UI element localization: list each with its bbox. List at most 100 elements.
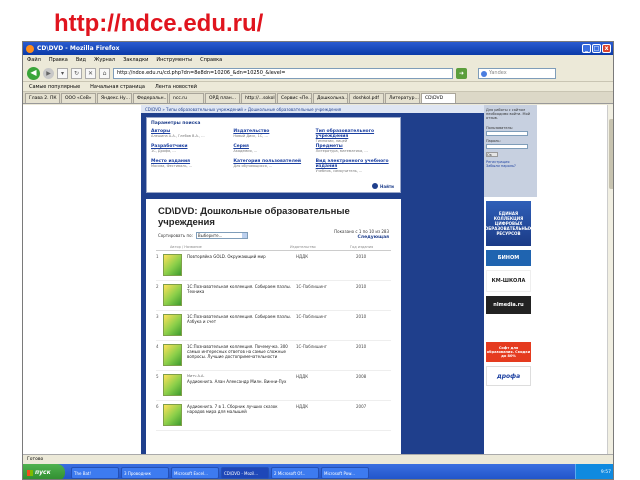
right-sidebar: Для работы с сайтом необходимо войти. Мо… — [484, 105, 539, 454]
tab[interactable]: Литератур... — [385, 93, 420, 103]
forward-button[interactable]: ▶ — [43, 67, 54, 79]
tab[interactable]: ncc.ru — [169, 93, 204, 103]
menu-edit[interactable]: Правка — [49, 57, 68, 63]
home-button[interactable]: ⌂ — [99, 67, 110, 79]
row-year: 2010 — [356, 254, 367, 259]
menu-history[interactable]: Журнал — [94, 57, 115, 63]
menu-bookmarks[interactable]: Закладки — [123, 57, 148, 63]
cover-thumbnail[interactable] — [163, 344, 182, 366]
row-publisher: 1С-Паблишинг — [296, 284, 327, 289]
bookmark-start-page[interactable]: Начальная страница — [90, 84, 145, 90]
col-author-title[interactable]: Автор / Название — [170, 245, 290, 249]
filter-sub: Новый Диск, 1С, ... — [233, 134, 268, 138]
tab-strip: Глава 2. ПК ООО «CеВ» Яндекс.Ну... Федер… — [23, 92, 613, 104]
dropdown-history-button[interactable]: ▾ — [57, 67, 68, 79]
table-row: 5 Митч А.А. Аудиокнига. Алан Александр Ми… — [156, 371, 391, 401]
password-field[interactable] — [486, 144, 528, 149]
taskbar-item[interactable]: 2 Microsoft Of... — [271, 466, 319, 479]
tab[interactable]: Яндекс.Ну... — [97, 93, 132, 103]
maximize-button[interactable]: □ — [592, 44, 601, 53]
row-title-link[interactable]: 1С:Познавательная коллекция. Собираем па… — [187, 284, 296, 294]
table-row: 2 1С:Познавательная коллекция. Собираем … — [156, 281, 391, 311]
minimize-button[interactable]: _ — [582, 44, 591, 53]
table-row: 6 Аудиокнига. 7 в 1. Сборник лучших сказ… — [156, 401, 391, 431]
row-number: 5 — [156, 374, 159, 379]
taskbar-item[interactable]: Microsoft Pow... — [321, 466, 369, 479]
tab[interactable]: Глава 2. ПК — [25, 93, 60, 103]
window-title: CD\DVD - Mozilla Firefox — [37, 45, 120, 52]
row-publisher: НДДК — [296, 404, 309, 409]
menu-file[interactable]: Файл — [27, 57, 41, 63]
pagination-info: Показано с 1 по 10 из 283 Следующая — [334, 229, 389, 240]
taskbar-item[interactable]: 3 Проводник — [121, 466, 169, 479]
tab[interactable]: Дошкольна... — [313, 93, 348, 103]
clock[interactable]: 9:57 — [601, 470, 611, 475]
tab-active[interactable]: CD\DVD — [421, 93, 456, 103]
page-viewport: CD\DVD » Типы образовательных учреждений… — [23, 105, 613, 454]
tab[interactable]: http://...sokol — [241, 93, 276, 103]
back-button[interactable]: ◀ — [27, 66, 40, 80]
tab[interactable]: Федеральн... — [133, 93, 168, 103]
menu-tools[interactable]: Инструменты — [156, 57, 192, 63]
find-label: Найти — [380, 183, 394, 189]
filter-sub: Академия, ... — [233, 149, 258, 153]
banner-binom[interactable]: БИНОМ — [486, 250, 531, 266]
filter-edition-type[interactable]: Вид электронного учебного издания — [316, 159, 396, 169]
sort-label: Сортировать по: — [158, 233, 193, 238]
cover-thumbnail[interactable] — [163, 404, 182, 426]
taskbar-item[interactable]: The Bat! — [71, 466, 119, 479]
tab[interactable]: Сервис «Пе... — [277, 93, 312, 103]
banner-nlmedia[interactable]: nlmedia.ru — [486, 296, 531, 314]
filter-sub: Алешина А.А., Глебов В.А., ... — [151, 134, 205, 138]
search-engine-icon[interactable] — [481, 70, 487, 77]
breadcrumb[interactable]: CD\DVD » Типы образовательных учреждений… — [141, 105, 484, 113]
filter-school-type[interactable]: Тип образовательного учреждения — [316, 129, 396, 139]
tab[interactable]: doshkol.pdf — [349, 93, 384, 103]
bookmark-news-feed[interactable]: Лента новостей — [155, 84, 197, 90]
forgot-password-link[interactable]: Забыли пароль? — [486, 164, 535, 168]
sort-select[interactable]: Выберите... — [195, 232, 248, 239]
login-button[interactable]: Ок — [486, 152, 498, 157]
reload-button[interactable]: ↻ — [71, 67, 82, 79]
find-button[interactable]: Найти — [372, 183, 394, 189]
cover-thumbnail[interactable] — [163, 374, 182, 396]
taskbar-item-active[interactable]: CD\DVD - Mozil... — [221, 466, 269, 479]
col-publisher[interactable]: Издательство — [290, 245, 350, 249]
close-button[interactable]: x — [602, 44, 611, 53]
bookmark-most-visited[interactable]: Самые популярные — [29, 84, 80, 90]
search-input[interactable]: Yandex — [478, 67, 556, 79]
row-title-link[interactable]: Аудиокнига. Алан Александр Милн. Винни-П… — [187, 379, 296, 384]
row-title-link[interactable]: Аудиокнига. 7 в 1. Сборник лучших сказок… — [187, 404, 296, 414]
tab[interactable]: ОРД план... — [205, 93, 240, 103]
table-row: 4 1С:Познавательная коллекция. Почемучка… — [156, 341, 391, 371]
cover-thumbnail[interactable] — [163, 284, 182, 306]
cover-thumbnail[interactable] — [163, 254, 182, 276]
username-field[interactable] — [486, 131, 528, 136]
col-year[interactable]: Год издания — [350, 245, 373, 249]
menu-view[interactable]: Вид — [76, 57, 86, 63]
row-title-link[interactable]: 1С:Познавательная коллекция. Собираем па… — [187, 314, 296, 324]
tab[interactable]: ООО «CеВ» — [61, 93, 96, 103]
banner-school-collection[interactable]: ЕДИНАЯ КОЛЛЕКЦИЯ ЦИФРОВЫХ ОБРАЗОВАТЕЛЬНЫ… — [485, 201, 532, 246]
banner-drofa[interactable]: дрофа — [486, 366, 531, 386]
banner-soft-discount[interactable]: Софт для образования. Скидки до 80% — [486, 342, 531, 362]
go-button[interactable]: ➜ — [456, 67, 467, 79]
scrollbar-thumb[interactable] — [609, 119, 613, 189]
row-number: 4 — [156, 344, 159, 349]
start-button[interactable]: пуск — [23, 464, 65, 479]
filter-sub: Литература, математика, ... — [315, 149, 368, 153]
slide-title: http://ndce.edu.ru/ — [54, 10, 264, 37]
next-page-link[interactable]: Следующая — [334, 235, 390, 240]
stop-button[interactable]: ✕ — [85, 67, 96, 79]
menu-bar: Файл Правка Вид Журнал Закладки Инструме… — [23, 55, 613, 65]
window-titlebar: CD\DVD - Mozilla Firefox _ □ x — [23, 42, 613, 55]
row-title-link[interactable]: Повторяйка GOLD. Окружающий мир — [187, 254, 296, 259]
menu-help[interactable]: Справка — [200, 57, 222, 63]
banner-km-school[interactable]: КМ-ШКОЛА — [486, 270, 531, 292]
row-title-link[interactable]: 1С:Познавательная коллекция. Почемучка. … — [187, 344, 296, 359]
vertical-scrollbar[interactable] — [607, 105, 613, 454]
login-panel: Для работы с сайтом необходимо войти. Мо… — [484, 105, 537, 197]
taskbar-item[interactable]: Microsoft Excel... — [171, 466, 219, 479]
address-bar[interactable]: http://ndce.edu.ru/cd.php?dn=8e8dn=10206… — [113, 67, 453, 79]
cover-thumbnail[interactable] — [163, 314, 182, 336]
